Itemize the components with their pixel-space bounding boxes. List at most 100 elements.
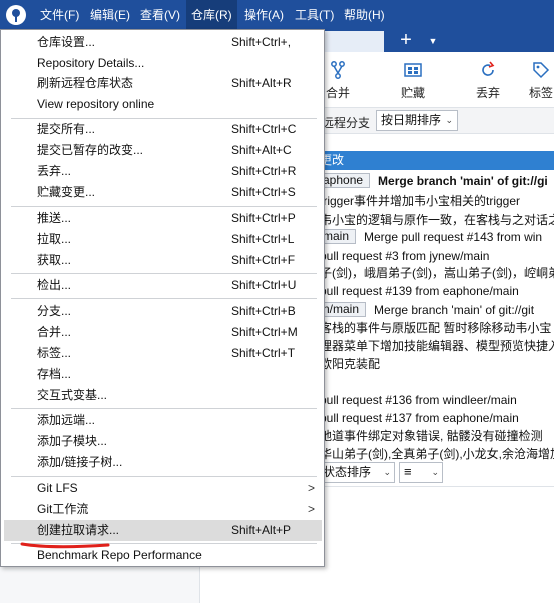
menu-actions[interactable]: 操作(A)	[239, 0, 289, 30]
commit-row[interactable]: n/main Merge branch 'main' of git://git	[320, 299, 554, 319]
menu-item-commit-all[interactable]: 提交所有... Shift+Ctrl+C	[4, 119, 322, 140]
chevron-right-icon: >	[308, 481, 316, 495]
commit-row[interactable]: 欧阳克装配	[320, 353, 554, 373]
menu-item-archive[interactable]: 存档...	[4, 364, 322, 385]
menu-bar: 文件(F) 编辑(E) 查看(V) 仓库(R) 操作(A) 工具(T) 帮助(H…	[0, 0, 554, 30]
menu-item-label: 仓库设置...	[37, 35, 96, 49]
menu-separator	[11, 273, 317, 274]
commit-history: 更改 aphone Merge branch 'main' of git://gi…	[320, 134, 554, 481]
commit-row[interactable]: pull request #137 from eaphone/main	[320, 407, 554, 427]
list-view-icon: ≡	[404, 464, 412, 479]
menu-item-shortcut: Shift+Alt+R	[231, 76, 292, 90]
commit-row[interactable]: main Merge pull request #143 from win	[320, 226, 554, 246]
commit-message: 华山弟子(剑),全真弟子(剑),小龙女,余沧海增加	[320, 446, 554, 461]
divider	[320, 486, 554, 487]
menu-item-shortcut: Shift+Ctrl+F	[231, 253, 296, 267]
tag-button[interactable]: 标签	[519, 58, 554, 104]
menu-item-label: 刷新远程仓库状态	[37, 76, 134, 90]
menu-item-tag[interactable]: 标签... Shift+Ctrl+T	[4, 343, 322, 364]
commit-row[interactable]: 华山弟子(剑),全真弟子(剑),小龙女,余沧海增加	[320, 443, 554, 463]
menu-item-create-pull-request[interactable]: 创建拉取请求... Shift+Alt+P	[4, 520, 322, 541]
file-status-controls: 状态排序 ⌄ ≡ ⌄	[320, 462, 554, 486]
chevron-down-icon: ⌄	[431, 467, 439, 477]
menu-item-shortcut: Shift+Ctrl+U	[231, 278, 297, 292]
menu-edit[interactable]: 编辑(E)	[85, 0, 135, 30]
tab-list-chevron-icon[interactable]: ▼	[426, 34, 440, 48]
menu-item-shortcut: Shift+Ctrl+T	[231, 346, 296, 360]
menu-item-merge[interactable]: 合并... Shift+Ctrl+M	[4, 322, 322, 343]
menu-item-checkout[interactable]: 检出... Shift+Ctrl+U	[4, 275, 322, 296]
menu-item-label: 创建拉取请求...	[37, 523, 120, 537]
menu-help[interactable]: 帮助(H)	[339, 0, 390, 30]
menu-item-label: 提交所有...	[37, 122, 96, 136]
new-tab-plus-icon[interactable]: +	[397, 30, 415, 52]
commit-row[interactable]: trigger事件并增加韦小宝相关的trigger	[320, 190, 554, 210]
stash-button[interactable]: 贮藏	[391, 58, 435, 104]
menu-item-label: 获取...	[37, 253, 72, 267]
menu-item-interactive-rebase[interactable]: 交互式变基...	[4, 385, 322, 406]
menu-item-label: 添加远端...	[37, 413, 96, 427]
stash-button-label: 贮藏	[400, 86, 425, 100]
menu-item-add-submodule[interactable]: 添加子模块...	[4, 431, 322, 452]
menu-item-label: 拉取...	[37, 232, 72, 246]
commit-row[interactable]: 客栈的事件与原版匹配 暂时移除移动韦小宝	[320, 317, 554, 337]
discard-button[interactable]: 丢弃	[466, 58, 510, 104]
commit-row[interactable]: 地道事件绑定对象错误, 骷髅没有碰撞检测	[320, 425, 554, 445]
menu-item-branch[interactable]: 分支... Shift+Ctrl+B	[4, 301, 322, 322]
discard-icon	[482, 61, 495, 76]
commit-row[interactable]: pull request #136 from windleer/main	[320, 389, 554, 409]
menu-tools[interactable]: 工具(T)	[290, 0, 339, 30]
sort-order-value: 按日期排序	[381, 113, 442, 127]
menu-item-repository-settings[interactable]: 仓库设置... Shift+Ctrl+,	[4, 32, 322, 53]
menu-file[interactable]: 文件(F)	[35, 0, 84, 30]
view-mode-select[interactable]: ≡ ⌄	[399, 462, 443, 483]
menu-item-pull[interactable]: 拉取... Shift+Ctrl+L	[4, 229, 322, 250]
menu-item-label: 贮藏变更...	[37, 185, 96, 199]
commit-row[interactable]	[320, 371, 554, 391]
commit-row[interactable]: aphone Merge branch 'main' of git://gi	[320, 170, 554, 190]
branch-tag: aphone	[320, 173, 371, 189]
menu-item-repository-details[interactable]: Repository Details...	[4, 53, 322, 74]
menu-item-label: 交互式变基...	[37, 388, 108, 402]
menu-repository[interactable]: 仓库(R)	[186, 0, 237, 30]
menu-item-label: 丢弃...	[37, 164, 72, 178]
menu-item-label: Git LFS	[37, 481, 78, 495]
menu-item-label: 标签...	[37, 346, 72, 360]
sort-order-select[interactable]: 按日期排序 ⌄	[376, 110, 458, 131]
commit-row[interactable]: 理器菜单下增加技能编辑器、模型预览快捷入	[320, 335, 554, 355]
menu-item-stash-changes[interactable]: 贮藏变更... Shift+Ctrl+S	[4, 182, 322, 203]
menu-item-refresh-remote-status[interactable]: 刷新远程仓库状态 Shift+Alt+R	[4, 73, 322, 94]
history-selected-row[interactable]: 更改	[320, 151, 554, 170]
file-status-sort-select[interactable]: 状态排序 ⌄	[320, 462, 395, 483]
menu-item-commit-staged[interactable]: 提交已暂存的改变... Shift+Alt+C	[4, 140, 322, 161]
menu-item-label: 存档...	[37, 367, 72, 381]
menu-item-shortcut: Shift+Ctrl+L	[231, 232, 295, 246]
commit-message: pull request #139 from eaphone/main	[320, 283, 519, 298]
menu-item-label: 分支...	[37, 304, 72, 318]
tag-button-label: 标签	[528, 86, 553, 100]
repository-tab[interactable]	[322, 31, 384, 52]
red-underline-annotation	[20, 542, 110, 549]
commit-message: pull request #137 from eaphone/main	[320, 410, 519, 425]
commit-row[interactable]: pull request #139 from eaphone/main	[320, 280, 554, 300]
menu-item-fetch[interactable]: 获取... Shift+Ctrl+F	[4, 250, 322, 271]
commit-message: pull request #136 from windleer/main	[320, 392, 517, 407]
menu-item-shortcut: Shift+Ctrl+M	[231, 325, 298, 339]
commit-message: trigger事件并增加韦小宝相关的trigger	[320, 193, 521, 208]
toolbar: 合并 贮藏 丢弃 标签	[320, 52, 554, 108]
branch-tag: main	[320, 229, 357, 245]
menu-item-discard[interactable]: 丢弃... Shift+Ctrl+R	[4, 161, 322, 182]
menu-item-git-flow[interactable]: Git工作流 >	[4, 499, 322, 520]
menu-item-push[interactable]: 推送... Shift+Ctrl+P	[4, 208, 322, 229]
chevron-down-icon: ⌄	[445, 115, 453, 125]
menu-item-add-link-subtree[interactable]: 添加/链接子树...	[4, 452, 322, 473]
menu-item-git-lfs[interactable]: Git LFS >	[4, 478, 322, 499]
menu-item-label: 推送...	[37, 211, 72, 225]
commit-row[interactable]: 子(剑)，峨眉弟子(剑)，嵩山弟子(剑)，崆峒弟子	[320, 262, 554, 282]
menu-item-shortcut: Shift+Ctrl+S	[231, 185, 296, 199]
menu-item-view-repository-online[interactable]: View repository online	[4, 94, 322, 115]
menu-item-add-remote[interactable]: 添加远端...	[4, 410, 322, 431]
menu-view[interactable]: 查看(V)	[135, 0, 185, 30]
branch-filter-label[interactable]: 远程分支	[322, 114, 370, 131]
menu-item-label: Repository Details...	[37, 56, 145, 70]
